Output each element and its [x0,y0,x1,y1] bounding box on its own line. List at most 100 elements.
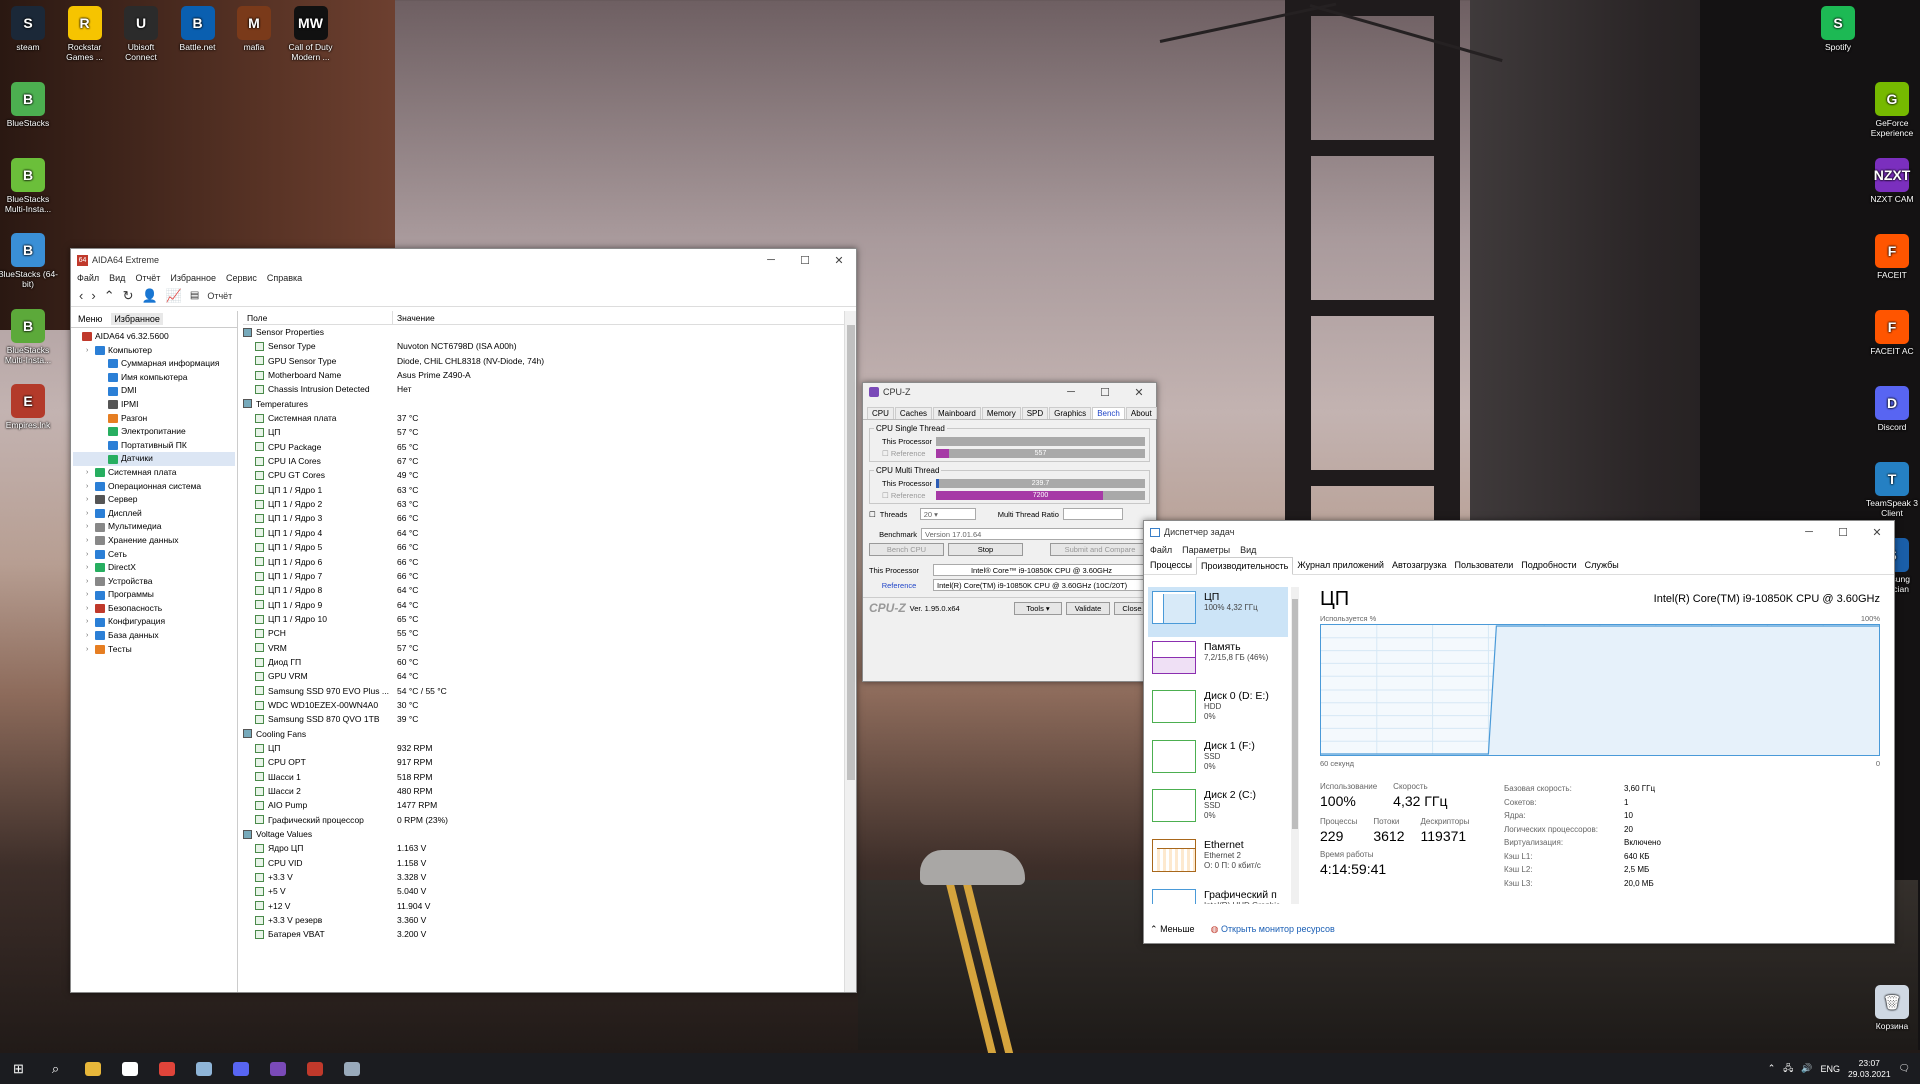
menu-item-3[interactable]: Избранное [170,273,216,283]
taskbar-app-nvidia[interactable] [111,1053,148,1084]
task-manager-window[interactable]: Диспетчер задач ─ ☐ ✕ Файл Параметры Вид Про… [1143,520,1895,944]
network-icon[interactable]: 🖧 [1783,1061,1793,1077]
user-icon[interactable]: 👤 [142,288,158,304]
benchmark-select[interactable]: Version 17.01.64 [921,528,1150,540]
desktop-icon[interactable]: U Ubisoft Connect [111,6,171,62]
expand-icon[interactable]: › [86,588,95,602]
volume-icon[interactable]: 🔊 [1801,1063,1812,1074]
minimize-button[interactable]: ─ [754,254,788,267]
desktop-icon[interactable]: 🗑 Корзина [1862,985,1920,1031]
tab-caches[interactable]: Caches [894,407,933,419]
taskbar-app-chrome[interactable] [148,1053,185,1084]
tree-item[interactable]: DMI [73,384,235,398]
threads-checkbox[interactable]: ☐ [869,510,876,519]
expand-icon[interactable]: › [86,643,95,657]
desktop-icon[interactable]: T TeamSpeak 3 Client [1862,462,1920,518]
desktop-icon[interactable]: B Battle.net [168,6,228,52]
desktop-icon[interactable]: Mmafia [224,6,284,52]
tree-item[interactable]: IPMI [73,398,235,412]
expand-icon[interactable]: › [86,561,95,575]
reference-checkbox[interactable]: ☐ Reference [874,491,936,500]
tree-item[interactable]: › Сеть [73,548,235,562]
back-icon[interactable]: ‹ [79,288,83,303]
tree-item[interactable]: Портативный ПК [73,439,235,453]
notification-icon[interactable]: 🗨 [1899,1063,1910,1074]
tab-spd[interactable]: SPD [1021,407,1049,419]
tree-item[interactable]: Суммарная информация [73,357,235,371]
tab-5[interactable]: Подробности [1517,557,1580,574]
menu-item-0[interactable]: Файл [77,273,99,283]
tab-memory[interactable]: Memory [981,407,1021,419]
tree-item[interactable]: Датчики [73,452,235,466]
tab-0[interactable]: Процессы [1146,557,1196,574]
cpuz-titlebar[interactable]: CPU-Z ─ ☐ ✕ [863,383,1156,401]
menu-item-0[interactable]: Файл [1150,545,1172,555]
tree-item[interactable]: › Устройства [73,575,235,589]
desktop-icon[interactable]: F FACEIT AC [1862,310,1920,356]
tab-1[interactable]: Производительность [1196,557,1294,575]
threads-select[interactable]: 20 ▾ [919,508,976,520]
close-button[interactable]: ✕ [1860,526,1894,539]
perf-item[interactable]: ЦП 100% 4,32 ГГц [1148,587,1288,637]
expand-icon[interactable]: › [86,466,95,480]
taskbar-app-aida64[interactable] [296,1053,333,1084]
nav-tab-0[interactable]: Меню [75,313,105,325]
scrollbar-thumb[interactable] [1292,599,1298,829]
tree-item[interactable]: › Компьютер [73,344,235,358]
column-header-field[interactable]: Поле [243,311,393,324]
desktop-icon[interactable]: G GeForce Experience [1862,82,1920,138]
menu-item-5[interactable]: Справка [267,273,302,283]
expand-icon[interactable]: › [86,507,95,521]
close-button[interactable]: ✕ [1122,386,1156,399]
desktop-icon[interactable]: F FACEIT [1862,234,1920,280]
chevron-up-icon[interactable]: ⌃ [1768,1063,1776,1074]
tree-item[interactable]: › Конфигурация [73,615,235,629]
maximize-button[interactable]: ☐ [1826,526,1860,539]
tab-about[interactable]: About [1125,407,1157,419]
tree-item[interactable]: › Сервер [73,493,235,507]
desktop-icon[interactable]: Ssteam [0,6,58,52]
tab-4[interactable]: Пользователи [1451,557,1518,574]
perf-item[interactable]: Диск 0 (D: E:) HDD 0% [1148,686,1288,736]
desktop-icon[interactable]: D Discord [1862,386,1920,432]
report-button[interactable]: Отчёт [207,291,232,301]
report-icon[interactable]: ▤ [190,290,199,301]
language-indicator[interactable]: ENG [1821,1064,1841,1074]
taskbar-app-explorer[interactable] [74,1053,111,1084]
refresh-icon[interactable]: ↻ [123,288,134,304]
taskbar-app-steam[interactable] [185,1053,222,1084]
aida64-titlebar[interactable]: 64 AIDA64 Extreme ─ ☐ ✕ [71,249,856,271]
bench-cpu-button[interactable]: Bench CPU [869,543,944,556]
clock[interactable]: 23:07 29.03.2021 [1848,1058,1891,1080]
tree-item[interactable]: AIDA64 v6.32.5600 [73,330,235,344]
desktop-icon[interactable]: B BlueStacks Multi-Insta... [0,157,58,214]
perf-item[interactable]: Графический пIntel(R) UHD Graphic [1148,885,1288,904]
perf-item[interactable]: Память 7,2/15,8 ГБ (46%) [1148,637,1288,687]
fewer-details-button[interactable]: ⌃ Меньше [1150,924,1195,935]
tree-item[interactable]: › DirectX [73,561,235,575]
menu-item-1[interactable]: Параметры [1182,545,1230,555]
tab-graphics[interactable]: Graphics [1049,407,1092,419]
aida64-scrollbar[interactable] [844,311,856,992]
tree-item[interactable]: Разгон [73,412,235,426]
perf-item[interactable]: Ethernet Ethernet 2 О: 0 П: 0 кбит/с [1148,835,1288,885]
reference-checkbox[interactable]: ☐ Reference [874,449,936,458]
desktop-icon[interactable]: MW Call of Duty Modern ... [281,6,341,62]
tab-2[interactable]: Журнал приложений [1293,557,1388,574]
up-icon[interactable]: ⌃ [104,288,115,304]
taskbar-app-discord[interactable] [222,1053,259,1084]
expand-icon[interactable]: › [86,602,95,616]
stop-button[interactable]: Stop [948,543,1023,556]
minimize-button[interactable]: ─ [1792,526,1826,539]
close-button[interactable]: ✕ [822,254,856,267]
tools-button[interactable]: Tools ▾ [1014,601,1062,615]
expand-icon[interactable]: › [86,629,95,643]
tree-item[interactable]: › Операционная система [73,480,235,494]
open-resource-monitor-link[interactable]: ◍ Открыть монитор ресурсов [1211,924,1335,935]
chart-icon[interactable]: 📈 [166,288,182,304]
expand-icon[interactable]: › [86,480,95,494]
expand-icon[interactable]: › [86,344,95,358]
tab-bench[interactable]: Bench [1092,407,1125,419]
submit-compare-button[interactable]: Submit and Compare [1050,543,1150,556]
menu-item-2[interactable]: Вид [1240,545,1256,555]
